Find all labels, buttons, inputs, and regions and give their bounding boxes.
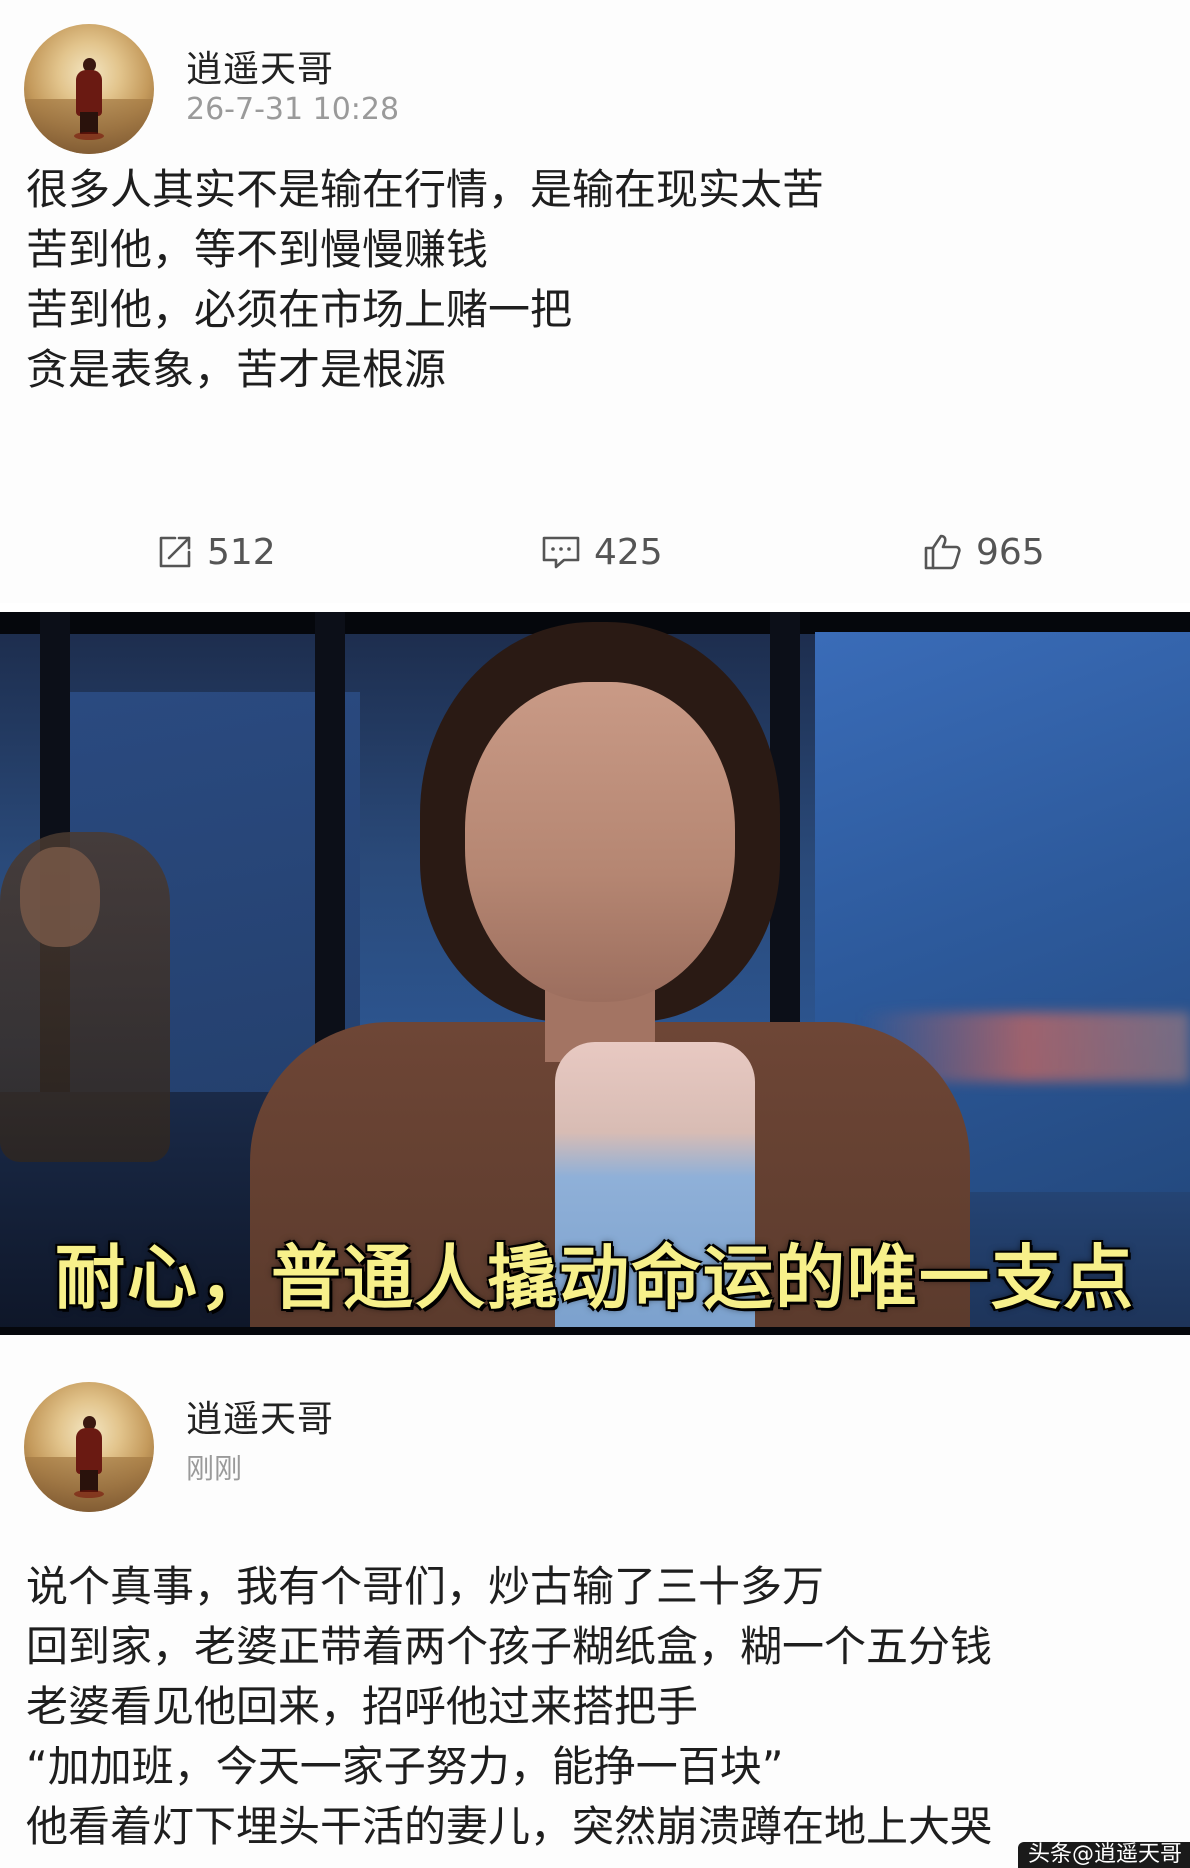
post-timestamp: 刚刚 bbox=[186, 1452, 243, 1485]
post-text-line: 贪是表象，苦才是根源 bbox=[26, 345, 447, 394]
share-icon bbox=[159, 536, 191, 568]
post-card: 逍遥天哥 26-7-31 10:28 很多人其实不是输在行情，是输在现实太苦 苦… bbox=[0, 0, 1190, 603]
post-text-line: 回到家，老婆正带着两个孩子糊纸盒，糊一个五分钱 bbox=[26, 1622, 993, 1671]
post-text-line: “加加班，今天一家子努力，能挣一百块” bbox=[26, 1742, 784, 1791]
share-button[interactable]: 512 bbox=[155, 520, 276, 584]
post-body: 说个真事，我有个哥们，炒古输了三十多万 回到家，老婆正带着两个孩子糊纸盒，糊一个… bbox=[26, 1557, 1166, 1857]
post-card: 逍遥天哥 刚刚 说个真事，我有个哥们，炒古输了三十多万 回到家，老婆正带着两个孩… bbox=[0, 1335, 1190, 1868]
video-still[interactable]: 耐心，普通人撬动命运的唯一支点 bbox=[0, 612, 1190, 1335]
action-bar: 512 425 965 bbox=[0, 520, 1190, 584]
thumbs-up-icon bbox=[924, 534, 961, 570]
post-text-line: 说个真事，我有个哥们，炒古输了三十多万 bbox=[26, 1562, 825, 1611]
comment-icon bbox=[542, 536, 580, 569]
post-body: 很多人其实不是输在行情，是输在现实太苦 苦到他，等不到慢慢赚钱 苦到他，必须在市… bbox=[26, 160, 1166, 400]
post-text-line: 老婆看见他回来，招呼他过来搭把手 bbox=[26, 1682, 699, 1731]
comment-button[interactable]: 425 bbox=[540, 520, 663, 584]
avatar[interactable] bbox=[24, 1382, 154, 1512]
woman-figure bbox=[465, 682, 735, 1002]
post-text-line: 苦到他，必须在市场上赌一把 bbox=[26, 285, 573, 334]
author-name[interactable]: 逍遥天哥 bbox=[186, 40, 334, 92]
post-timestamp: 26-7-31 10:28 bbox=[186, 92, 400, 127]
author-name[interactable]: 逍遥天哥 bbox=[186, 1390, 334, 1442]
post-text-line: 很多人其实不是输在行情，是输在现实太苦 bbox=[26, 165, 825, 214]
video-subtitle: 耐心，普通人撬动命运的唯一支点 bbox=[55, 1237, 1135, 1319]
share-count: 512 bbox=[207, 531, 276, 573]
avatar[interactable] bbox=[24, 24, 154, 154]
post-text-line: 他看着灯下埋头干活的妻儿，突然崩溃蹲在地上大哭 bbox=[26, 1802, 993, 1851]
watermark: 头条@逍遥天哥 bbox=[1017, 1842, 1190, 1868]
post-text-line: 苦到他，等不到慢慢赚钱 bbox=[26, 225, 489, 274]
comment-count: 425 bbox=[594, 531, 663, 573]
like-button[interactable]: 965 bbox=[922, 520, 1045, 584]
like-count: 965 bbox=[976, 531, 1045, 573]
